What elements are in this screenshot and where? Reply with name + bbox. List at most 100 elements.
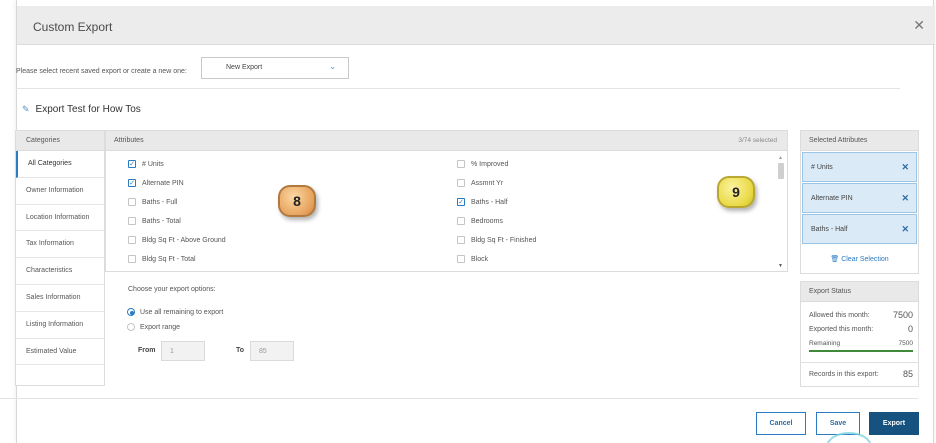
- export-status-header: Export Status: [801, 282, 918, 302]
- select-prompt: Please select recent saved export or cre…: [16, 68, 187, 75]
- allowed-value: 7500: [892, 310, 913, 320]
- attribute-list: ✓ # Units ✓ Alternate PIN Baths - Full Bat…: [106, 152, 774, 272]
- attribute-label: Block: [471, 255, 489, 263]
- radio-use-all[interactable]: Use all remaining to export: [127, 308, 223, 316]
- attribute-label: Baths - Half: [471, 198, 508, 206]
- export-status-panel: Export Status Allowed this month: 7500 Ex…: [800, 281, 919, 387]
- export-options-title: Choose your export options:: [128, 286, 216, 293]
- checkbox-checked-icon[interactable]: ✓: [128, 179, 136, 187]
- attribute-assmnt-yr[interactable]: Assmnt Yr: [457, 179, 503, 187]
- export-button[interactable]: Export: [869, 412, 919, 435]
- attribute-label: Baths - Full: [142, 198, 178, 206]
- attribute-label: Bldg Sq Ft - Finished: [471, 236, 537, 244]
- selected-attribute-item: Alternate PIN ✕: [802, 183, 917, 213]
- attributes-count: 3/74 selected: [738, 137, 777, 144]
- radio-label: Export range: [140, 323, 181, 331]
- attributes-scrollbar[interactable]: ▲ ▼: [777, 155, 785, 269]
- attribute-bldg-sqft-above[interactable]: Bldg Sq Ft - Above Ground: [128, 236, 226, 244]
- attribute-bldg-sqft-finished[interactable]: Bldg Sq Ft - Finished: [457, 236, 536, 244]
- category-characteristics[interactable]: Characteristics: [16, 258, 104, 285]
- radio-selected-icon[interactable]: [127, 308, 135, 316]
- checkbox-icon[interactable]: [457, 160, 465, 168]
- pencil-icon[interactable]: ✎: [22, 104, 30, 114]
- radio-label: Use all remaining to export: [140, 308, 224, 316]
- attribute-units[interactable]: ✓ # Units: [128, 160, 164, 168]
- divider: [801, 362, 918, 363]
- category-tax[interactable]: Tax Information: [16, 231, 104, 259]
- checkbox-icon[interactable]: [457, 179, 465, 187]
- category-sales[interactable]: Sales Information: [16, 285, 104, 312]
- remove-icon[interactable]: ✕: [901, 162, 909, 173]
- saved-export-value: New Export: [226, 64, 263, 71]
- cancel-button[interactable]: Cancel: [756, 412, 806, 435]
- checkbox-icon[interactable]: [128, 236, 136, 244]
- attribute-label: Baths - Total: [142, 217, 181, 225]
- callout-badge-8: 8: [278, 185, 316, 217]
- export-name[interactable]: ✎ Export Test for How Tos: [22, 104, 141, 115]
- attributes-header: Attributes 3/74 selected: [106, 131, 787, 151]
- clear-selection-link[interactable]: 🗑 Clear Selection: [801, 255, 918, 263]
- exported-value: 0: [907, 324, 913, 334]
- category-location[interactable]: Location Information: [16, 205, 104, 232]
- checkbox-icon[interactable]: [128, 255, 136, 263]
- checkbox-icon[interactable]: [457, 236, 465, 244]
- checkbox-icon[interactable]: [457, 217, 465, 225]
- range-to-input[interactable]: 85: [250, 341, 294, 361]
- clear-selection-label: Clear Selection: [841, 256, 889, 263]
- attribute-baths-half[interactable]: ✓ Baths - Half: [457, 198, 508, 206]
- radio-export-range[interactable]: Export range: [127, 323, 180, 331]
- scrollbar-thumb[interactable]: [778, 163, 784, 179]
- checkbox-icon[interactable]: [128, 198, 136, 206]
- attribute-pct-improved[interactable]: % Improved: [457, 160, 508, 168]
- attribute-block[interactable]: Block: [457, 255, 488, 263]
- saved-export-select[interactable]: New Export ⌄: [201, 57, 349, 79]
- remaining-label: Remaining: [809, 340, 841, 347]
- dialog-title: Custom Export: [33, 20, 113, 34]
- footer-divider: [0, 398, 918, 399]
- divider: [16, 88, 900, 89]
- remaining-value: 7500: [898, 340, 913, 347]
- attribute-bldg-sqft-total[interactable]: Bldg Sq Ft - Total: [128, 255, 196, 263]
- selected-attribute-label: Baths - Half: [811, 226, 848, 233]
- attribute-bedrooms[interactable]: Bedrooms: [457, 217, 503, 225]
- callout-badge-9: 9: [717, 176, 755, 208]
- records-value: 85: [902, 369, 913, 379]
- checkbox-icon[interactable]: [128, 217, 136, 225]
- chevron-down-icon: ⌄: [329, 62, 336, 71]
- attribute-label: # Units: [142, 160, 164, 168]
- exported-row: Exported this month: 0: [809, 324, 913, 334]
- remove-icon[interactable]: ✕: [901, 193, 909, 204]
- attribute-label: Bedrooms: [471, 217, 503, 225]
- category-owner[interactable]: Owner Information: [16, 178, 104, 205]
- attribute-baths-total[interactable]: Baths - Total: [128, 217, 181, 225]
- selected-attribute-label: Alternate PIN: [811, 195, 853, 202]
- records-label: Records in this export:: [809, 371, 879, 378]
- category-estimated-value[interactable]: Estimated Value: [16, 339, 104, 366]
- remaining-progress-bar: [809, 350, 913, 352]
- close-icon[interactable]: ✕: [913, 17, 925, 34]
- range-from-input[interactable]: 1: [161, 341, 205, 361]
- categories-panel: Categories All Categories Owner Informat…: [15, 130, 105, 386]
- checkbox-checked-icon[interactable]: ✓: [128, 160, 136, 168]
- selected-attributes-header: Selected Attributes: [801, 131, 918, 151]
- selected-attribute-label: # Units: [811, 164, 833, 171]
- checkbox-icon[interactable]: [457, 255, 465, 263]
- allowed-row: Allowed this month: 7500: [809, 310, 913, 320]
- records-row: Records in this export: 85: [809, 369, 913, 379]
- checkbox-checked-icon[interactable]: ✓: [457, 198, 465, 206]
- category-all[interactable]: All Categories: [16, 151, 104, 178]
- scroll-up-icon[interactable]: ▲: [778, 155, 783, 161]
- remove-icon[interactable]: ✕: [901, 224, 909, 235]
- attribute-alternate-pin[interactable]: ✓ Alternate PIN: [128, 179, 184, 187]
- attribute-baths-full[interactable]: Baths - Full: [128, 198, 177, 206]
- trash-icon: 🗑: [830, 256, 840, 263]
- attribute-label: Alternate PIN: [142, 179, 184, 187]
- attribute-label: Bldg Sq Ft - Above Ground: [142, 236, 226, 244]
- category-listing[interactable]: Listing Information: [16, 312, 104, 339]
- attributes-panel: Attributes 3/74 selected ✓ # Units ✓ Alter…: [105, 130, 788, 272]
- attributes-title: Attributes: [114, 137, 144, 144]
- dialog-header: Custom Export ✕: [17, 6, 935, 45]
- radio-icon[interactable]: [127, 323, 135, 331]
- attribute-label: % Improved: [471, 160, 509, 168]
- scroll-down-icon[interactable]: ▼: [778, 263, 783, 269]
